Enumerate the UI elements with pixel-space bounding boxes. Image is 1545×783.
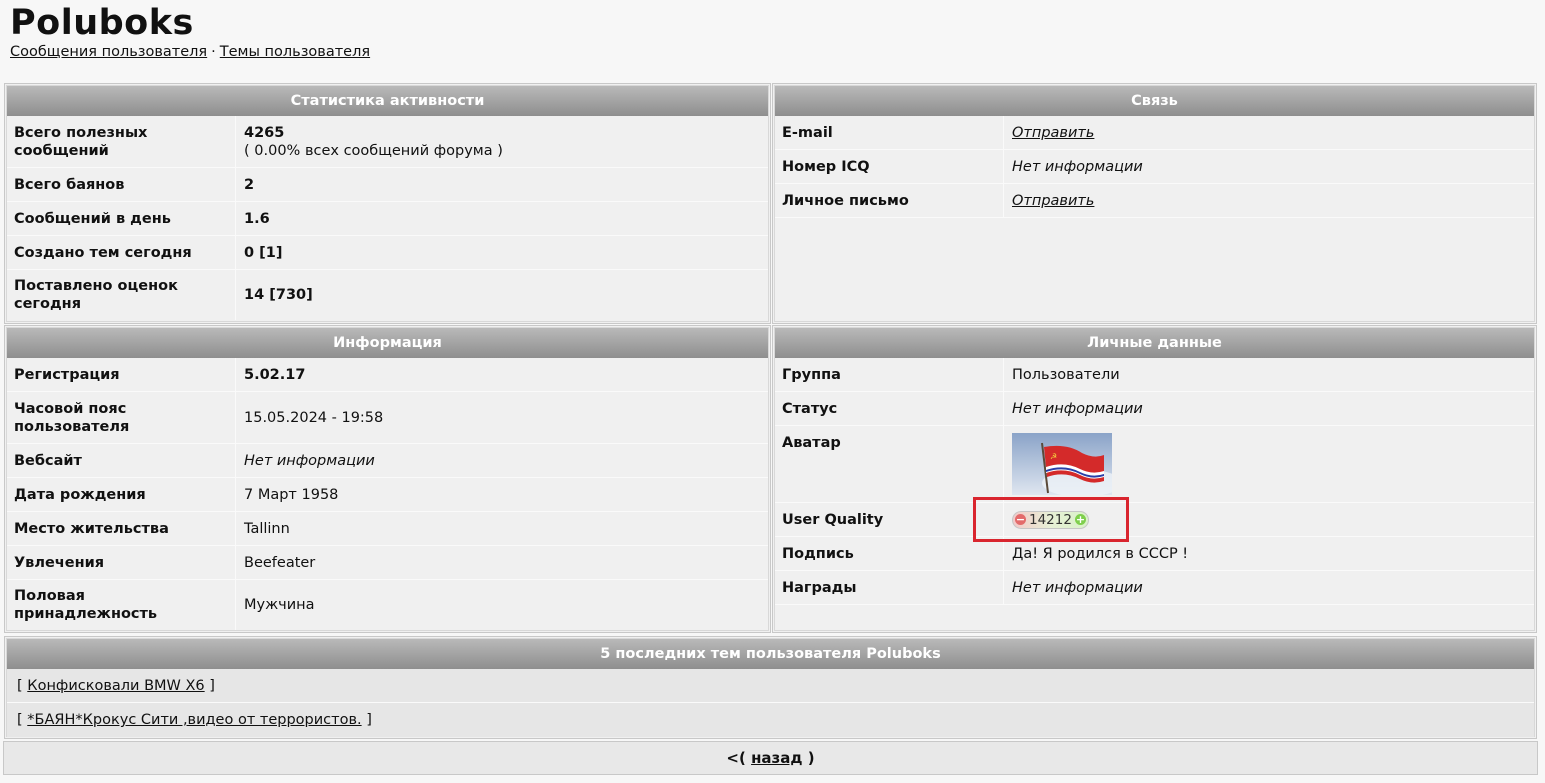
table-row: Всего полезных сообщений 4265 ( 0.00% вс… bbox=[7, 116, 768, 168]
bracket-close: ] bbox=[209, 677, 215, 694]
table-row: Подпись Да! Я родился в СССР ! bbox=[775, 537, 1534, 571]
row-value: Beefeater bbox=[244, 554, 316, 571]
table-row: Половая принадлежность Мужчина bbox=[7, 580, 768, 630]
table-row: Создано тем сегодня 0 [1] bbox=[7, 236, 768, 270]
row-label: Поставлено оценок сегодня bbox=[7, 270, 236, 320]
row-label: Создано тем сегодня bbox=[7, 236, 236, 269]
table-row: Аватар ☭ bbox=[775, 426, 1534, 503]
table-row: Статус Нет информации bbox=[775, 392, 1534, 426]
table-row: Поставлено оценок сегодня 14 [730] bbox=[7, 270, 768, 320]
personal-panel: Личные данные Группа Пользователи Статус… bbox=[772, 325, 1537, 633]
contact-panel-title: Связь bbox=[775, 86, 1534, 116]
minus-icon[interactable]: − bbox=[1015, 514, 1026, 525]
row-label: Всего полезных сообщений bbox=[7, 116, 236, 167]
row-value: 5.02.17 bbox=[244, 366, 306, 383]
table-row: Место жительства Tallinn bbox=[7, 512, 768, 546]
link-separator: · bbox=[211, 44, 216, 60]
bracket-open: [ bbox=[17, 677, 23, 694]
svg-text:☭: ☭ bbox=[1050, 452, 1057, 461]
row-label: Место жительства bbox=[7, 512, 236, 545]
table-row: Часовой пояс пользователя 15.05.2024 - 1… bbox=[7, 392, 768, 444]
table-row: Сообщений в день 1.6 bbox=[7, 202, 768, 236]
table-row: Дата рождения 7 Март 1958 bbox=[7, 478, 768, 512]
row-label: E-mail bbox=[775, 116, 1004, 149]
personal-panel-title: Личные данные bbox=[775, 328, 1534, 358]
row-value: Нет информации bbox=[244, 452, 375, 469]
row-label: Регистрация bbox=[7, 358, 236, 391]
row-label: Часовой пояс пользователя bbox=[7, 392, 236, 443]
row-value: 0 [1] bbox=[244, 244, 283, 261]
row-value: 7 Март 1958 bbox=[244, 486, 339, 503]
row-value: 1.6 bbox=[244, 210, 270, 227]
bracket-close: ] bbox=[366, 712, 372, 728]
row-label: Вебсайт bbox=[7, 444, 236, 477]
list-item: [ Конфисковали BMW X6 ] bbox=[7, 669, 1534, 703]
row-value: Нет информации bbox=[1012, 579, 1143, 596]
information-panel: Информация Регистрация 5.02.17 Часовой п… bbox=[4, 325, 771, 633]
row-label: Дата рождения bbox=[7, 478, 236, 511]
useful-posts-value: 4265 bbox=[244, 124, 285, 141]
user-topics-link[interactable]: Темы пользователя bbox=[220, 44, 370, 60]
row-value: Да! Я родился в СССР ! bbox=[1012, 545, 1189, 562]
send-email-link[interactable]: Отправить bbox=[1012, 124, 1094, 142]
topic-link[interactable]: Конфисковали BMW X6 bbox=[27, 677, 204, 695]
row-value: Нет информации bbox=[1012, 400, 1143, 417]
row-label: Всего баянов bbox=[7, 168, 236, 201]
row-label: Половая принадлежность bbox=[7, 580, 236, 630]
back-suffix: ) bbox=[807, 749, 815, 767]
row-label: Номер ICQ bbox=[775, 150, 1004, 183]
flag-icon: ☭ bbox=[1012, 433, 1112, 495]
table-row: Вебсайт Нет информации bbox=[7, 444, 768, 478]
row-label: Увлечения bbox=[7, 546, 236, 579]
table-row: Всего баянов 2 bbox=[7, 168, 768, 202]
row-value: Пользователи bbox=[1012, 366, 1120, 383]
topic-link[interactable]: *БАЯН*Крокус Сити ,видео от террористов. bbox=[27, 711, 361, 729]
row-value: 14 [730] bbox=[244, 287, 313, 303]
latest-topics-panel: 5 последних тем пользователя Poluboks [ … bbox=[4, 636, 1537, 739]
row-value: 15.05.2024 - 19:58 bbox=[244, 409, 384, 426]
table-row: Группа Пользователи bbox=[775, 358, 1534, 392]
user-quality-rating: − 14212 + bbox=[1012, 510, 1089, 529]
table-row: Увлечения Beefeater bbox=[7, 546, 768, 580]
table-row: E-mail Отправить bbox=[775, 116, 1534, 150]
information-panel-title: Информация bbox=[7, 328, 768, 358]
row-value: Нет информации bbox=[1012, 158, 1143, 175]
back-bar: <( назад ) bbox=[3, 741, 1538, 775]
row-value: Tallinn bbox=[244, 520, 290, 537]
table-row: User Quality − 14212 + bbox=[775, 503, 1534, 537]
table-row: Награды Нет информации bbox=[775, 571, 1534, 605]
row-label: Статус bbox=[775, 392, 1004, 425]
useful-posts-percent: ( 0.00% всех сообщений форума ) bbox=[244, 142, 503, 159]
row-label: Сообщений в день bbox=[7, 202, 236, 235]
latest-topics-title: 5 последних тем пользователя Poluboks bbox=[7, 639, 1534, 669]
plus-icon[interactable]: + bbox=[1074, 514, 1086, 525]
table-row: Регистрация 5.02.17 bbox=[7, 358, 768, 392]
send-private-message-link[interactable]: Отправить bbox=[1012, 192, 1094, 210]
row-label: Аватар bbox=[775, 426, 1004, 502]
page-title: Poluboks bbox=[10, 3, 194, 43]
activity-panel-title: Статистика активности bbox=[7, 86, 768, 116]
row-label: Группа bbox=[775, 358, 1004, 391]
row-label: Награды bbox=[775, 571, 1004, 604]
row-label: Личное письмо bbox=[775, 184, 1004, 217]
row-value: Мужчина bbox=[244, 597, 315, 613]
avatar: ☭ bbox=[1012, 433, 1112, 495]
back-prefix: <( bbox=[726, 749, 746, 767]
row-label: Подпись bbox=[775, 537, 1004, 570]
row-value: 2 bbox=[244, 176, 255, 193]
table-row: Номер ICQ Нет информации bbox=[775, 150, 1534, 184]
user-posts-link[interactable]: Сообщения пользователя bbox=[10, 44, 207, 60]
user-links: Сообщения пользователя · Темы пользователя bbox=[10, 44, 370, 60]
contact-panel: Связь E-mail Отправить Номер ICQ Нет инф… bbox=[772, 83, 1537, 324]
user-quality-value: 14212 bbox=[1029, 511, 1072, 528]
activity-panel: Статистика активности Всего полезных соо… bbox=[4, 83, 771, 324]
list-item: [ *БАЯН*Крокус Сити ,видео от террористо… bbox=[7, 703, 1534, 737]
bracket-open: [ bbox=[17, 712, 23, 728]
back-link[interactable]: назад bbox=[751, 749, 802, 767]
row-label: User Quality bbox=[775, 503, 1004, 536]
table-row: Личное письмо Отправить bbox=[775, 184, 1534, 218]
